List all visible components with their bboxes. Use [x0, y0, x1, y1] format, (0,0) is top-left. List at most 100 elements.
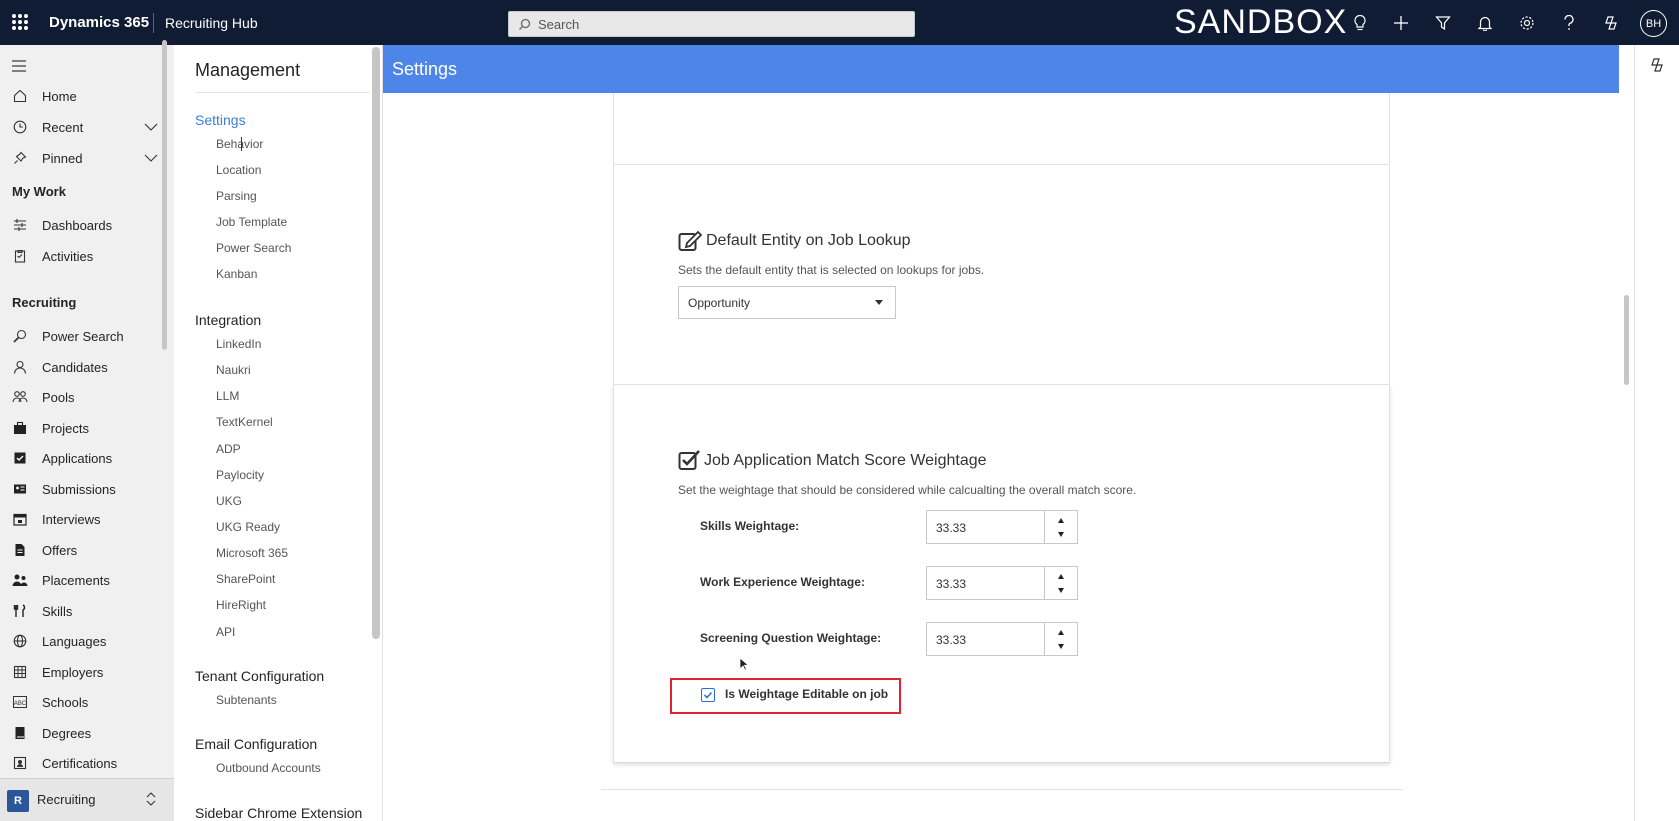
- nav-item-degrees[interactable]: Degrees: [12, 722, 91, 744]
- group-tenant-configuration[interactable]: Tenant Configuration: [195, 668, 324, 684]
- number-spinner[interactable]: [1044, 567, 1078, 599]
- link-sharepoint[interactable]: SharePoint: [216, 572, 275, 586]
- group-settings[interactable]: Settings: [195, 112, 246, 128]
- spin-down-icon[interactable]: [1058, 644, 1064, 649]
- management-scrollbar[interactable]: [372, 47, 380, 639]
- app-launcher-icon[interactable]: [12, 14, 28, 30]
- nav-section-my-work: My Work: [12, 184, 66, 199]
- lightbulb-icon[interactable]: [1351, 14, 1369, 32]
- nav-item-languages[interactable]: Languages: [12, 630, 106, 652]
- nav-item-interviews[interactable]: Interviews: [12, 508, 101, 530]
- skills-weightage-input[interactable]: 33.33: [926, 510, 1078, 544]
- nav-scrollbar[interactable]: [162, 40, 167, 350]
- link-ukg-ready[interactable]: UKG Ready: [216, 520, 280, 534]
- nav-item-pools[interactable]: Pools: [12, 386, 75, 408]
- link-behavior[interactable]: Behavior: [216, 137, 263, 151]
- nav-item-pinned[interactable]: Pinned: [12, 147, 162, 169]
- nav-item-placements[interactable]: Placements: [12, 569, 110, 591]
- link-hireright[interactable]: HireRight: [216, 598, 266, 612]
- management-divider: [195, 92, 370, 93]
- chevron-up-down-icon[interactable]: [146, 791, 156, 807]
- link-api[interactable]: API: [216, 625, 235, 639]
- group-sidebar-chrome-extension[interactable]: Sidebar Chrome Extension: [195, 805, 362, 821]
- work-experience-weightage-input[interactable]: 33.33: [926, 566, 1078, 600]
- hub-name[interactable]: Recruiting Hub: [165, 15, 258, 31]
- check-icon: [703, 691, 713, 699]
- number-spinner[interactable]: [1044, 623, 1078, 655]
- nav-section-recruiting: Recruiting: [12, 295, 77, 310]
- person-icon: [12, 359, 28, 375]
- nav-item-employers[interactable]: Employers: [12, 661, 103, 683]
- link-microsoft-365[interactable]: Microsoft 365: [216, 546, 288, 560]
- nav-item-activities[interactable]: Activities: [12, 245, 93, 267]
- link-llm[interactable]: LLM: [216, 389, 239, 403]
- hamburger-icon[interactable]: [12, 59, 28, 77]
- default-entity-description: Sets the default entity that is selected…: [678, 263, 985, 277]
- nav-item-candidates[interactable]: Candidates: [12, 356, 108, 378]
- area-switcher[interactable]: R Recruiting: [0, 778, 174, 821]
- bell-icon[interactable]: [1476, 14, 1494, 32]
- link-linkedin[interactable]: LinkedIn: [216, 337, 261, 351]
- search-input[interactable]: Search: [508, 11, 915, 37]
- user-avatar[interactable]: BH: [1640, 10, 1667, 37]
- spin-up-icon[interactable]: [1058, 518, 1064, 523]
- nav-item-home[interactable]: Home: [12, 85, 77, 107]
- link-power-search[interactable]: Power Search: [216, 241, 291, 255]
- link-adp[interactable]: ADP: [216, 442, 241, 456]
- screening-question-weightage-input[interactable]: 33.33: [926, 622, 1078, 656]
- certificate-icon: [12, 755, 28, 771]
- nav-item-label: Applications: [42, 450, 113, 466]
- copilot-icon[interactable]: [1602, 14, 1620, 32]
- filter-icon[interactable]: [1434, 14, 1452, 32]
- link-outbound-accounts[interactable]: Outbound Accounts: [216, 761, 321, 775]
- spin-down-icon[interactable]: [1058, 532, 1064, 537]
- link-parsing[interactable]: Parsing: [216, 189, 257, 203]
- nav-item-label: Degrees: [42, 725, 92, 741]
- number-spinner[interactable]: [1044, 511, 1078, 543]
- match-score-title: Job Application Match Score Weightage: [704, 452, 987, 469]
- skills-weightage-value: 33.33: [936, 521, 967, 535]
- nav-item-projects[interactable]: Projects: [12, 417, 89, 439]
- link-textkernel[interactable]: TextKernel: [216, 415, 273, 429]
- link-subtenants[interactable]: Subtenants: [216, 693, 277, 707]
- nav-item-label: Submissions: [42, 481, 116, 497]
- weightage-editable-label[interactable]: Is Weightage Editable on job: [725, 687, 888, 701]
- group-email-configuration[interactable]: Email Configuration: [195, 736, 317, 752]
- weightage-editable-checkbox[interactable]: [701, 688, 715, 702]
- nav-item-offers[interactable]: Offers: [12, 539, 77, 561]
- copilot-icon[interactable]: [1649, 57, 1665, 73]
- chevron-down-icon[interactable]: [144, 154, 158, 162]
- help-icon[interactable]: [1560, 14, 1578, 32]
- nav-item-certifications[interactable]: Certifications: [12, 752, 117, 774]
- default-entity-title: Default Entity on Job Lookup: [706, 232, 911, 249]
- clipboard-icon: [12, 248, 28, 264]
- spin-up-icon[interactable]: [1058, 630, 1064, 635]
- spin-down-icon[interactable]: [1058, 588, 1064, 593]
- link-naukri[interactable]: Naukri: [216, 363, 251, 377]
- nav-item-skills[interactable]: Skills: [12, 600, 72, 622]
- link-paylocity[interactable]: Paylocity: [216, 468, 264, 482]
- home-icon: [12, 88, 28, 104]
- nav-item-applications[interactable]: Applications: [12, 447, 112, 469]
- nav-item-recent[interactable]: Recent: [12, 116, 162, 138]
- app-name[interactable]: Dynamics 365: [49, 14, 149, 31]
- gear-icon[interactable]: [1518, 14, 1536, 32]
- match-score-description: Set the weightage that should be conside…: [678, 483, 1137, 497]
- link-job-template[interactable]: Job Template: [216, 215, 287, 229]
- spin-up-icon[interactable]: [1058, 574, 1064, 579]
- plus-icon[interactable]: [1392, 14, 1410, 32]
- chevron-down-icon[interactable]: [144, 123, 158, 131]
- environment-label: SANDBOX: [1174, 3, 1348, 41]
- main-scrollbar[interactable]: [1624, 295, 1629, 385]
- nav-item-power-search[interactable]: Power Search: [12, 325, 124, 347]
- link-ukg[interactable]: UKG: [216, 494, 242, 508]
- link-kanban[interactable]: Kanban: [216, 267, 257, 281]
- group-integration[interactable]: Integration: [195, 312, 261, 328]
- nav-item-label: Certifications: [42, 755, 118, 771]
- nav-item-submissions[interactable]: Submissions: [12, 478, 116, 500]
- nav-item-label: Offers: [42, 542, 78, 558]
- nav-item-dashboards[interactable]: Dashboards: [12, 214, 112, 236]
- link-location[interactable]: Location: [216, 163, 261, 177]
- default-entity-select[interactable]: Opportunity: [678, 286, 896, 319]
- nav-item-schools[interactable]: ABC Schools: [12, 691, 88, 713]
